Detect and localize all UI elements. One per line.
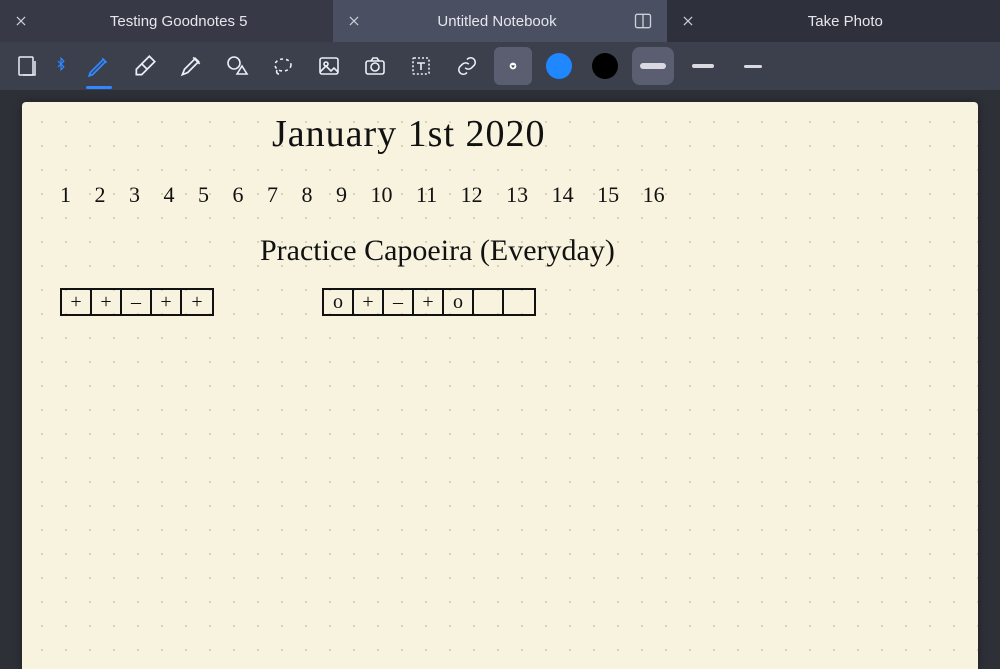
notebook-page[interactable]: January 1st 2020 1 2 3 4 5 6 7 8 9 10 11… [22, 102, 978, 669]
highlighter-tool[interactable] [172, 47, 210, 85]
habit-tracker-1: ++–++ [60, 288, 214, 316]
tab-active[interactable]: Untitled Notebook [333, 0, 666, 42]
color-dot-icon [546, 53, 572, 79]
bluetooth-icon [54, 57, 72, 75]
link-tool[interactable] [448, 47, 486, 85]
tab-left[interactable]: Testing Goodnotes 5 [0, 0, 333, 42]
text-tool[interactable] [402, 47, 440, 85]
stroke-thick[interactable] [632, 47, 674, 85]
split-view-icon[interactable] [633, 11, 653, 31]
toolbar [0, 42, 1000, 90]
color-swatch-1[interactable] [540, 47, 578, 85]
tracker-cell: + [92, 290, 122, 314]
tracker-cell: o [324, 290, 354, 314]
tab-right[interactable]: Take Photo [667, 0, 1000, 42]
tracker-cell: – [384, 290, 414, 314]
canvas-stage: January 1st 2020 1 2 3 4 5 6 7 8 9 10 11… [0, 90, 1000, 669]
handwriting-task: Practice Capoeira (Everyday) [260, 234, 615, 268]
tracker-cell: + [414, 290, 444, 314]
tab-title: Testing Goodnotes 5 [38, 13, 319, 30]
eraser-tool[interactable] [126, 47, 164, 85]
color-picker-button[interactable] [494, 47, 532, 85]
tab-title: Take Photo [705, 13, 986, 30]
tracker-cell: + [152, 290, 182, 314]
lasso-tool[interactable] [264, 47, 302, 85]
tab-bar: Testing Goodnotes 5 Untitled Notebook Ta… [0, 0, 1000, 42]
color-swatch-2[interactable] [586, 47, 624, 85]
close-icon[interactable] [347, 14, 361, 28]
habit-tracker-2: o+–+o [322, 288, 536, 316]
shape-tool[interactable] [218, 47, 256, 85]
stroke-medium[interactable] [682, 47, 724, 85]
tracker-cell: + [354, 290, 384, 314]
tab-title: Untitled Notebook [371, 13, 622, 30]
page-add-button[interactable] [8, 47, 46, 85]
pen-tool[interactable] [80, 47, 118, 85]
handwriting-title: January 1st 2020 [272, 112, 546, 156]
tracker-cell [474, 290, 504, 314]
camera-tool[interactable] [356, 47, 394, 85]
tracker-cell: + [62, 290, 92, 314]
tracker-cell [504, 290, 534, 314]
tracker-cell: + [182, 290, 212, 314]
close-icon[interactable] [681, 14, 695, 28]
color-dot-icon [592, 53, 618, 79]
handwriting-numbers: 1 2 3 4 5 6 7 8 9 10 11 12 13 14 15 16 [60, 182, 665, 208]
image-tool[interactable] [310, 47, 348, 85]
tracker-cell: o [444, 290, 474, 314]
close-icon[interactable] [14, 14, 28, 28]
tracker-cell: – [122, 290, 152, 314]
stroke-thin[interactable] [732, 47, 774, 85]
